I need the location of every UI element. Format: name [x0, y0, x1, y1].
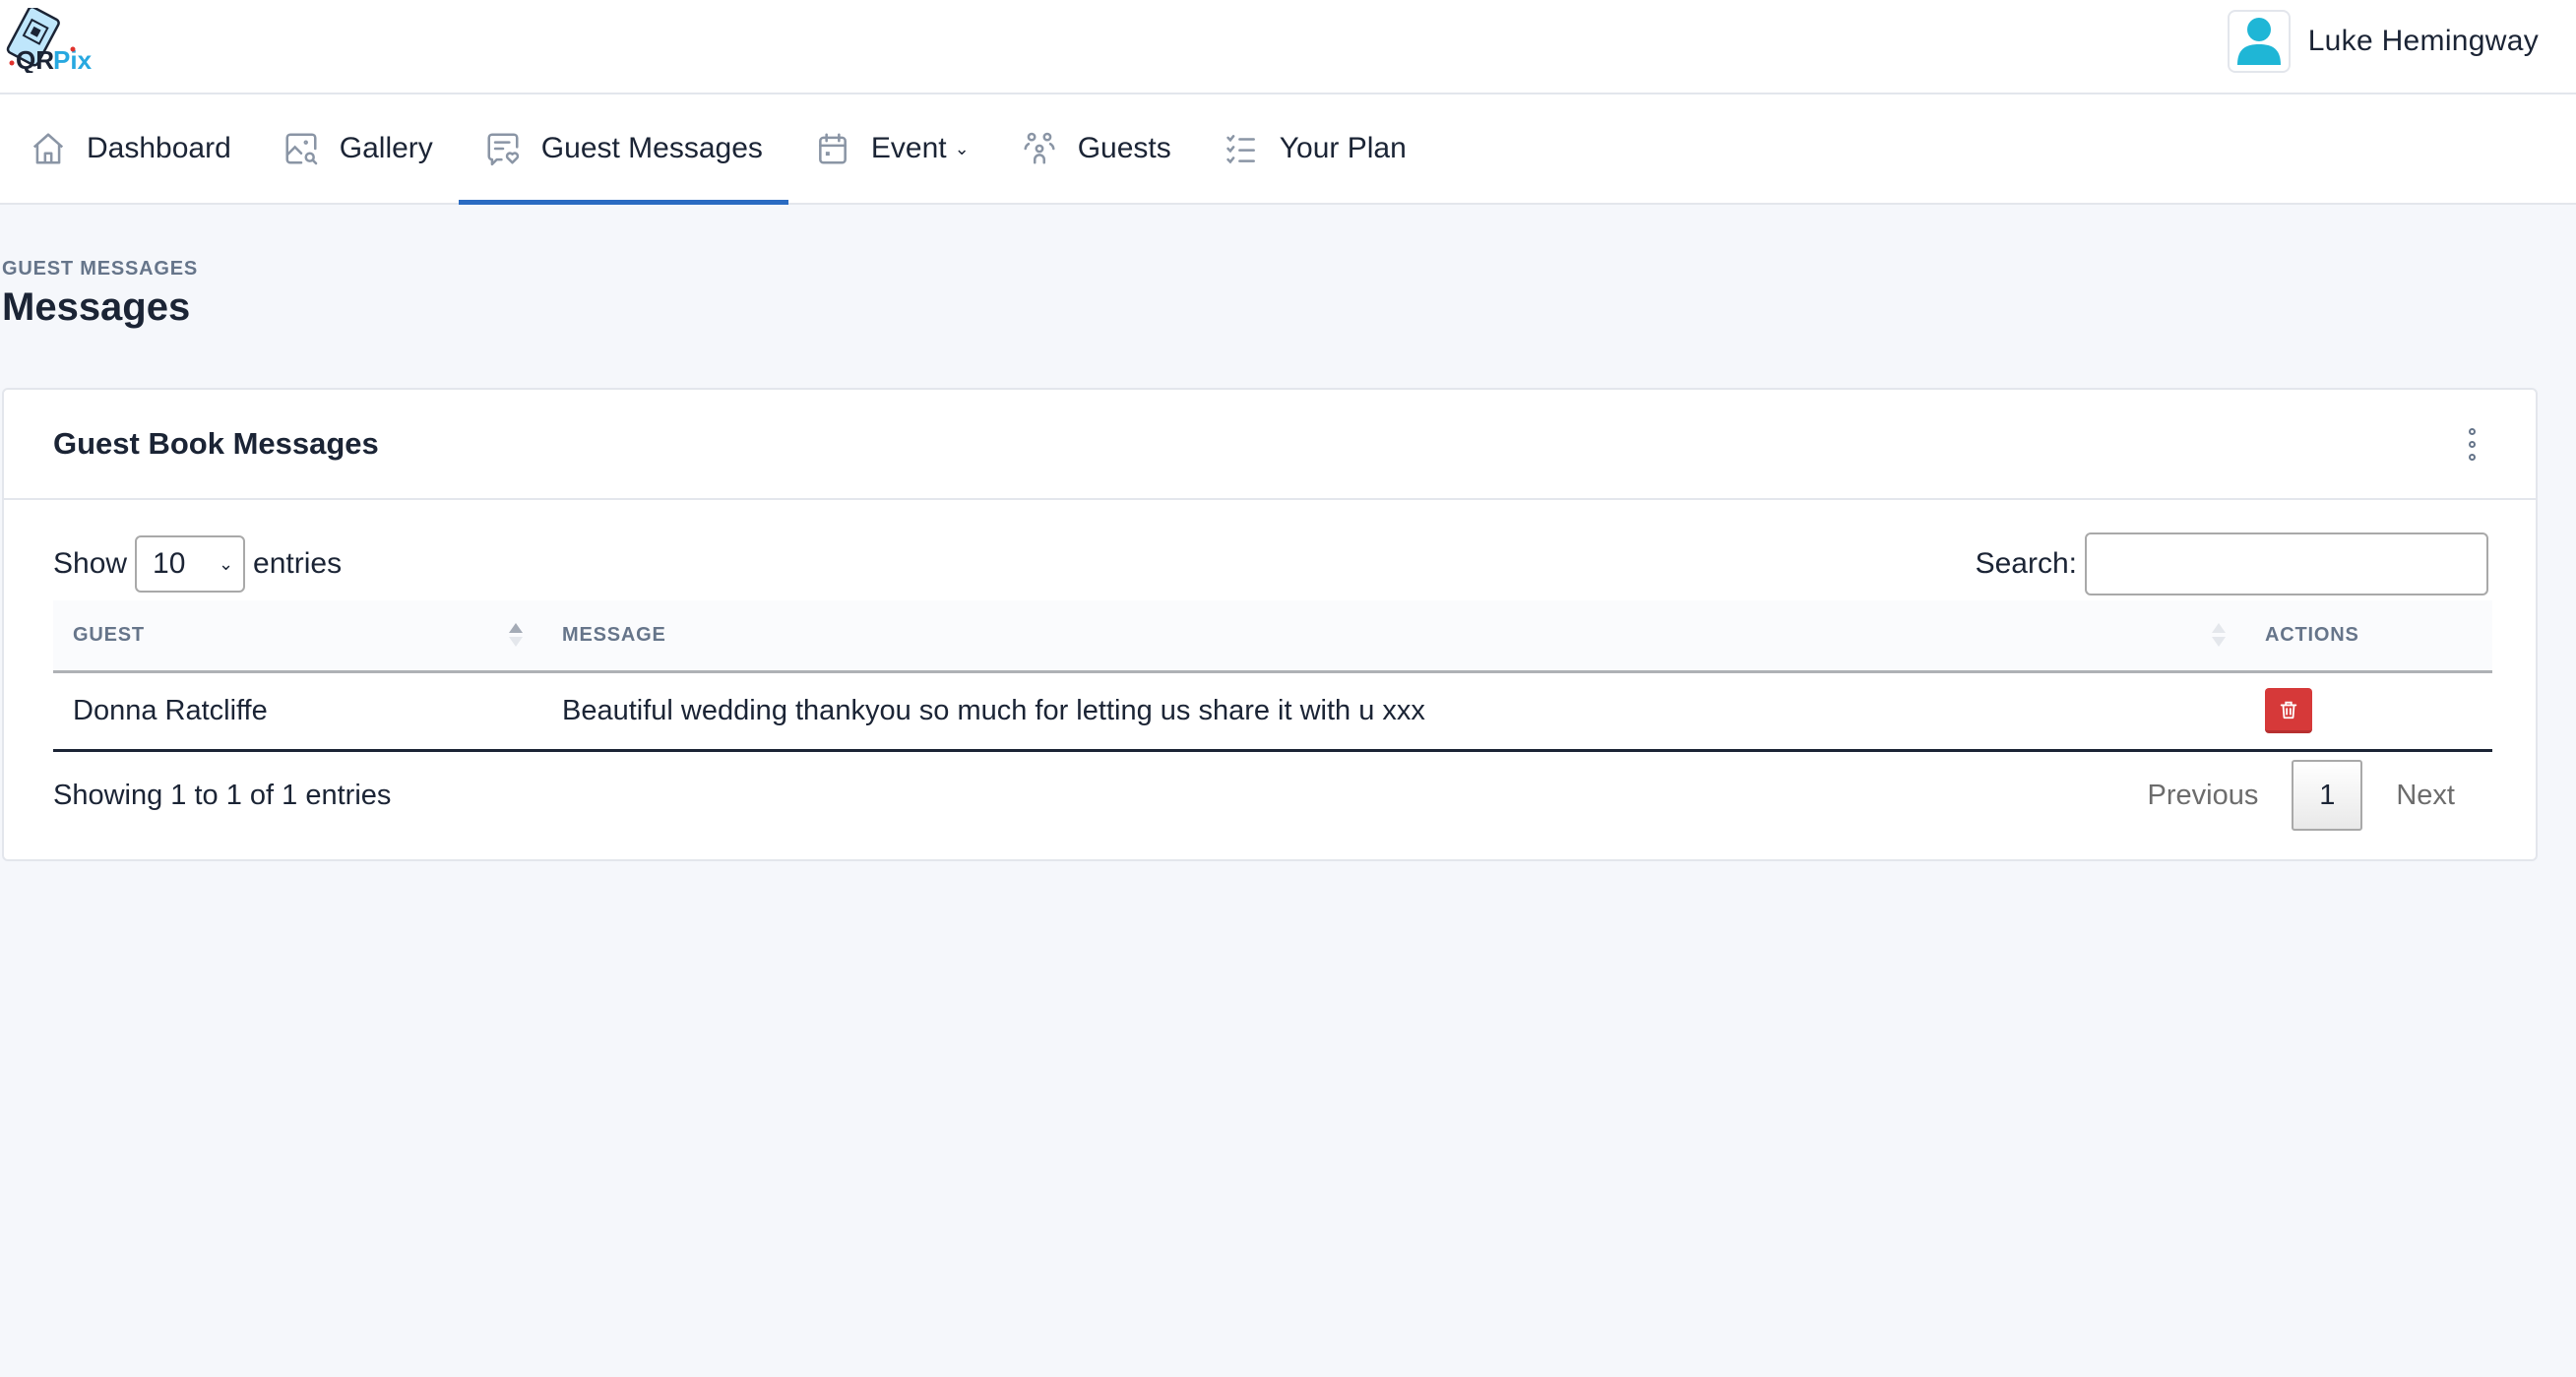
- column-label: MESSAGE: [562, 623, 666, 646]
- qrpix-logo[interactable]: QR Pix: [2, 5, 102, 75]
- nav-item-gallery[interactable]: Gallery: [257, 94, 459, 203]
- cell-guest: Donna Ratcliffe: [73, 694, 268, 726]
- nav-item-event[interactable]: Event ⌄: [788, 94, 995, 203]
- show-label: Show: [53, 547, 128, 580]
- nav-item-guest-messages[interactable]: Guest Messages: [458, 94, 789, 205]
- nav-label: Event: [870, 132, 947, 164]
- previous-button[interactable]: Previous: [2114, 780, 2293, 812]
- cell-actions: [2245, 671, 2492, 750]
- column-header-actions: ACTIONS: [2245, 600, 2492, 671]
- main-nav: Dashboard Gallery Guest Messages Event ⌄: [0, 94, 2576, 205]
- nav-label: Your Plan: [1279, 132, 1407, 164]
- table-header-row: GUEST MESSAGE ACTIONS: [53, 600, 2492, 671]
- nav-label: Guests: [1077, 132, 1171, 164]
- checklist-icon: [1226, 135, 1255, 164]
- page-1-button[interactable]: 1: [2292, 760, 2363, 831]
- message-heart-icon: [487, 133, 519, 166]
- chevron-down-icon: ⌄: [954, 138, 970, 158]
- user-name: Luke Hemingway: [2307, 25, 2539, 57]
- page-title: Messages: [2, 285, 191, 329]
- search-label: Search:: [1975, 547, 2077, 580]
- table-controls: Show 10 ⌄ entries Search:: [53, 532, 2488, 595]
- entries-select[interactable]: 10 ⌄: [135, 535, 246, 593]
- top-header: QR Pix Luke Hemingway: [0, 0, 2576, 94]
- column-label: GUEST: [73, 623, 145, 646]
- table-footer: Showing 1 to 1 of 1 entries Previous 1 N…: [53, 758, 2488, 833]
- entries-length: Show 10 ⌄ entries: [53, 535, 342, 593]
- entries-label: entries: [253, 547, 343, 580]
- table-info: Showing 1 to 1 of 1 entries: [53, 779, 392, 811]
- guest-book-card: Guest Book Messages Show 10 ⌄ entries Se…: [2, 388, 2538, 861]
- cell-message: Beautiful wedding thankyou so much for l…: [562, 694, 1425, 726]
- card-header: Guest Book Messages: [4, 390, 2536, 500]
- chevron-down-icon: ⌄: [218, 553, 234, 574]
- search-input[interactable]: [2085, 532, 2488, 595]
- trash-icon: [2280, 701, 2297, 719]
- messages-table: GUEST MESSAGE ACTIONS Donna Ratcliffe Be…: [53, 600, 2492, 752]
- avatar[interactable]: [2227, 10, 2291, 73]
- nav-label: Gallery: [339, 132, 433, 164]
- entries-select-value: 10: [153, 547, 186, 580]
- nav-item-dashboard[interactable]: Dashboard: [4, 94, 257, 203]
- table-row: Donna Ratcliffe Beautiful wedding thanky…: [53, 671, 2492, 750]
- sort-ascending-icon: [509, 623, 523, 648]
- calendar-icon: [818, 133, 847, 164]
- table-search: Search:: [1976, 532, 2488, 595]
- gallery-search-icon: [285, 133, 318, 165]
- column-header-message[interactable]: MESSAGE: [542, 600, 2245, 671]
- logo-text-qr: QR: [16, 45, 54, 73]
- nav-label: Guest Messages: [540, 132, 763, 164]
- pagination: Previous 1 Next: [2114, 760, 2488, 831]
- column-header-guest[interactable]: GUEST: [53, 600, 542, 671]
- user-icon: [2236, 18, 2281, 65]
- card-title: Guest Book Messages: [53, 426, 379, 461]
- column-label: ACTIONS: [2265, 623, 2359, 646]
- sort-icon: [2212, 623, 2226, 648]
- user-menu[interactable]: Luke Hemingway: [2227, 9, 2539, 74]
- page-pretitle: GUEST MESSAGES: [2, 258, 199, 280]
- delete-button[interactable]: [2265, 688, 2312, 733]
- nav-item-guests[interactable]: Guests: [995, 94, 1197, 203]
- next-button[interactable]: Next: [2362, 780, 2488, 812]
- kebab-menu-icon[interactable]: [2457, 424, 2486, 464]
- nav-item-your-plan[interactable]: Your Plan: [1197, 94, 1432, 203]
- users-icon: [1024, 132, 1055, 164]
- home-icon: [32, 133, 64, 164]
- nav-label: Dashboard: [87, 132, 231, 164]
